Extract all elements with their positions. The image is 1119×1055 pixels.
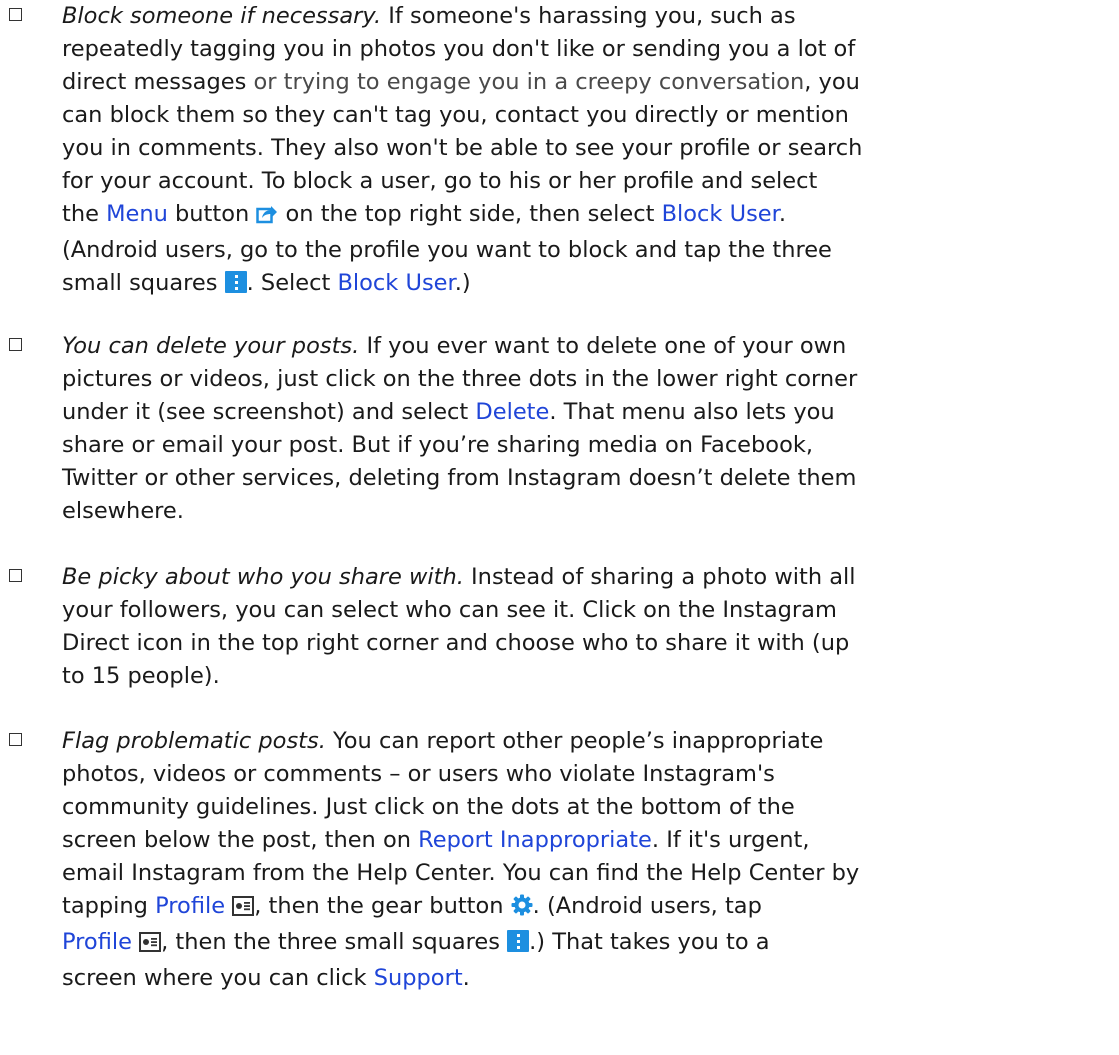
menu-link[interactable]: Menu bbox=[106, 201, 168, 227]
list-item-flag-posts: Flag problematic posts. You can report o… bbox=[9, 725, 1102, 995]
block-user-link[interactable]: Block User bbox=[662, 201, 779, 227]
text-line: for your account. To block a user, go to… bbox=[62, 168, 818, 194]
delete-link[interactable]: Delete bbox=[475, 399, 549, 425]
text-line: (Android users, go to the profile you wa… bbox=[62, 237, 832, 263]
text-line: screen below the post, then on Report In… bbox=[62, 827, 810, 853]
text-line: Direct icon in the top right corner and … bbox=[62, 630, 850, 656]
text-line: repeatedly tagging you in photos you don… bbox=[62, 36, 856, 62]
share-icon bbox=[256, 201, 278, 234]
checkbox-bullet-icon bbox=[9, 8, 22, 21]
support-link[interactable]: Support bbox=[374, 965, 463, 991]
list-item-block-someone: Block someone if necessary. If someone's… bbox=[9, 0, 1102, 300]
text-line: Block someone if necessary. If someone's… bbox=[62, 3, 796, 29]
item-title: Be picky about who you share with. bbox=[62, 564, 464, 590]
text-line: you in comments. They also won't be able… bbox=[62, 135, 863, 161]
text-line: to 15 people). bbox=[62, 663, 220, 689]
text-line: Profile , then the three small squares .… bbox=[62, 926, 1102, 962]
text-line: community guidelines. Just click on the … bbox=[62, 794, 795, 820]
three-squares-icon bbox=[507, 930, 530, 952]
text-line: email Instagram from the Help Center. Yo… bbox=[62, 860, 860, 886]
text-line: pictures or videos, just click on the th… bbox=[62, 366, 858, 392]
text-line: tapping Profile , then the gear button .… bbox=[62, 890, 1102, 926]
text-line: small squares . Select Block User.) bbox=[62, 270, 471, 296]
checkbox-bullet-icon bbox=[9, 569, 22, 582]
report-inappropriate-link[interactable]: Report Inappropriate bbox=[418, 827, 652, 853]
profile-link[interactable]: Profile bbox=[155, 893, 225, 919]
text-line: photos, videos or comments – or users wh… bbox=[62, 761, 775, 787]
item-title: Flag problematic posts. bbox=[62, 728, 326, 754]
text-line: under it (see screenshot) and select Del… bbox=[62, 399, 835, 425]
text-line: share or email your post. But if you’re … bbox=[62, 432, 814, 458]
text-line: the Menu button on the top right side, t… bbox=[62, 198, 1102, 234]
profile-icon bbox=[139, 929, 162, 962]
profile-icon bbox=[232, 893, 255, 926]
text-line: Be picky about who you share with. Inste… bbox=[62, 564, 856, 590]
profile-link[interactable]: Profile bbox=[62, 929, 132, 955]
checkbox-bullet-icon bbox=[9, 733, 22, 746]
text-line: screen where you can click Support. bbox=[62, 965, 470, 991]
block-user-link[interactable]: Block User bbox=[337, 270, 454, 296]
list-item-picky-sharing: Be picky about who you share with. Inste… bbox=[9, 561, 1102, 693]
three-squares-icon bbox=[224, 271, 247, 293]
text-line: your followers, you can select who can s… bbox=[62, 597, 837, 623]
text-line: direct messages or trying to engage you … bbox=[62, 69, 860, 95]
list-item-delete-posts: You can delete your posts. If you ever w… bbox=[9, 330, 1102, 528]
checkbox-bullet-icon bbox=[9, 338, 22, 351]
text-line: You can delete your posts. If you ever w… bbox=[62, 333, 847, 359]
gear-icon bbox=[511, 893, 533, 926]
item-title: Block someone if necessary. bbox=[62, 3, 382, 29]
text-line: Flag problematic posts. You can report o… bbox=[62, 728, 824, 754]
item-title: You can delete your posts. bbox=[62, 333, 360, 359]
text-line: elsewhere. bbox=[62, 498, 184, 524]
text-line: can block them so they can't tag you, co… bbox=[62, 102, 849, 128]
text-line: Twitter or other services, deleting from… bbox=[62, 465, 857, 491]
